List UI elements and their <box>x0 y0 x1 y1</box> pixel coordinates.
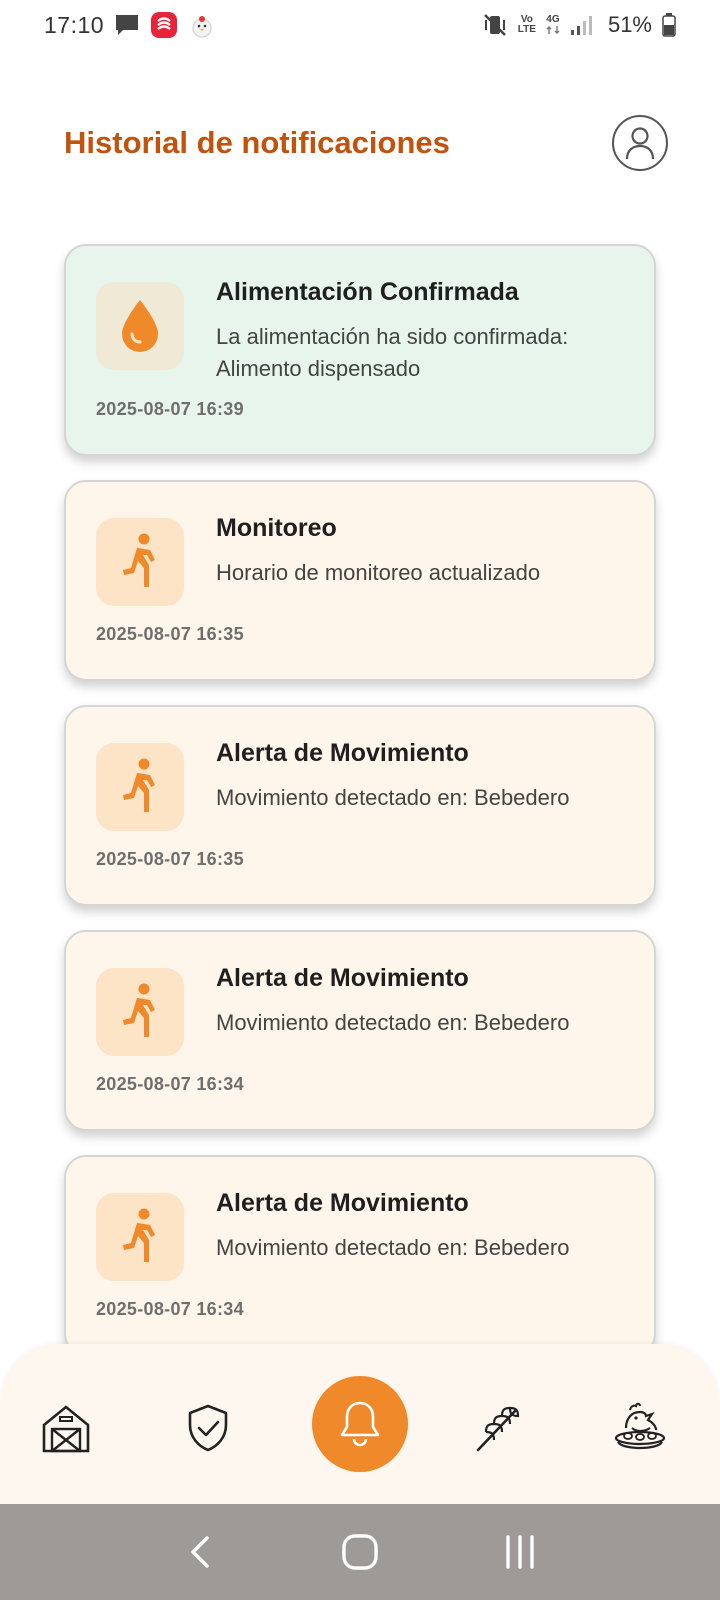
notification-icon-box <box>96 1193 184 1281</box>
running-person-icon <box>123 983 155 1037</box>
system-home-button[interactable] <box>330 1522 390 1582</box>
home-icon <box>342 1534 378 1570</box>
notification-card[interactable]: Alerta de Movimiento Movimiento detectad… <box>64 705 656 906</box>
page-header: Historial de notificaciones <box>0 108 720 178</box>
back-icon <box>191 1536 209 1568</box>
battery-icon <box>662 13 676 37</box>
hen-nest-icon <box>614 1402 666 1450</box>
app-screen: 17:10 Vo LTE 4G 51% Historial de notific… <box>0 0 720 1600</box>
nav-security-button[interactable] <box>180 1400 236 1456</box>
notification-message: Movimiento detectado en: Bebedero <box>216 785 570 810</box>
system-navigation-bar <box>0 1504 720 1600</box>
volte-icon: Vo LTE <box>518 15 536 35</box>
vibrate-mute-icon <box>482 12 508 38</box>
notification-timestamp: 2025-08-07 16:34 <box>96 1299 244 1319</box>
notification-message: Movimiento detectado en: Bebedero <box>216 1235 570 1260</box>
notification-list: Alimentación Confirmada La alimentación … <box>64 244 656 1380</box>
notification-title: Alerta de Movimiento <box>216 964 469 992</box>
profile-button[interactable] <box>612 115 668 171</box>
bottom-navigation <box>0 1344 720 1504</box>
notification-card[interactable]: Alerta de Movimiento Movimiento detectad… <box>64 930 656 1131</box>
app-red-icon <box>150 11 178 39</box>
notification-icon-box <box>96 282 184 370</box>
network-4g-label: 4G <box>546 14 560 25</box>
nav-hens-button[interactable] <box>612 1400 668 1456</box>
system-recents-button[interactable] <box>490 1522 550 1582</box>
notification-message: La alimentación ha sido confirmada: Alim… <box>216 324 569 381</box>
notification-timestamp: 2025-08-07 16:39 <box>96 399 244 419</box>
chat-bubble-icon <box>114 13 140 37</box>
notification-card[interactable]: Alerta de Movimiento Movimiento detectad… <box>64 1155 656 1356</box>
status-bar: 17:10 Vo LTE 4G 51% <box>0 0 720 50</box>
notification-card[interactable]: Alimentación Confirmada La alimentación … <box>64 244 656 456</box>
recents-icon <box>506 1535 534 1569</box>
water-drop-icon <box>122 300 158 352</box>
notification-title: Monitoreo <box>216 514 337 542</box>
notification-timestamp: 2025-08-07 16:35 <box>96 849 244 869</box>
nav-barn-button[interactable] <box>38 1400 94 1456</box>
notification-message: Horario de monitoreo actualizado <box>216 560 541 585</box>
chicken-app-icon <box>188 11 216 39</box>
status-time: 17:10 <box>44 11 105 38</box>
notification-message: Movimiento detectado en: Bebedero <box>216 1010 570 1035</box>
notification-icon-box <box>96 968 184 1056</box>
notification-title: Alerta de Movimiento <box>216 1189 469 1217</box>
notification-icon-box <box>96 518 184 606</box>
nav-feed-button[interactable] <box>470 1400 526 1456</box>
status-left: 17:10 <box>44 11 216 39</box>
status-right: Vo LTE 4G 51% <box>482 12 676 38</box>
running-person-icon <box>123 1208 155 1262</box>
notification-title: Alimentación Confirmada <box>216 278 519 306</box>
volte-lte-label: LTE <box>517 24 536 35</box>
bell-icon <box>340 1401 380 1447</box>
user-profile-icon <box>625 127 655 160</box>
wheat-icon <box>476 1406 520 1452</box>
barn-icon <box>42 1405 90 1453</box>
signal-icon <box>570 14 592 36</box>
running-person-icon <box>123 533 155 587</box>
shield-check-icon <box>188 1404 228 1452</box>
4g-icon: 4G <box>546 15 560 35</box>
running-person-icon <box>123 758 155 812</box>
notification-title: Alerta de Movimiento <box>216 739 469 767</box>
notification-timestamp: 2025-08-07 16:34 <box>96 1074 244 1094</box>
battery-percentage: 51% <box>607 12 652 37</box>
notification-timestamp: 2025-08-07 16:35 <box>96 624 244 644</box>
nav-notifications-button[interactable] <box>312 1376 408 1472</box>
page-title: Historial de notificaciones <box>64 125 450 160</box>
notification-card[interactable]: Monitoreo Horario de monitoreo actualiza… <box>64 480 656 681</box>
notification-icon-box <box>96 743 184 831</box>
system-back-button[interactable] <box>170 1522 230 1582</box>
